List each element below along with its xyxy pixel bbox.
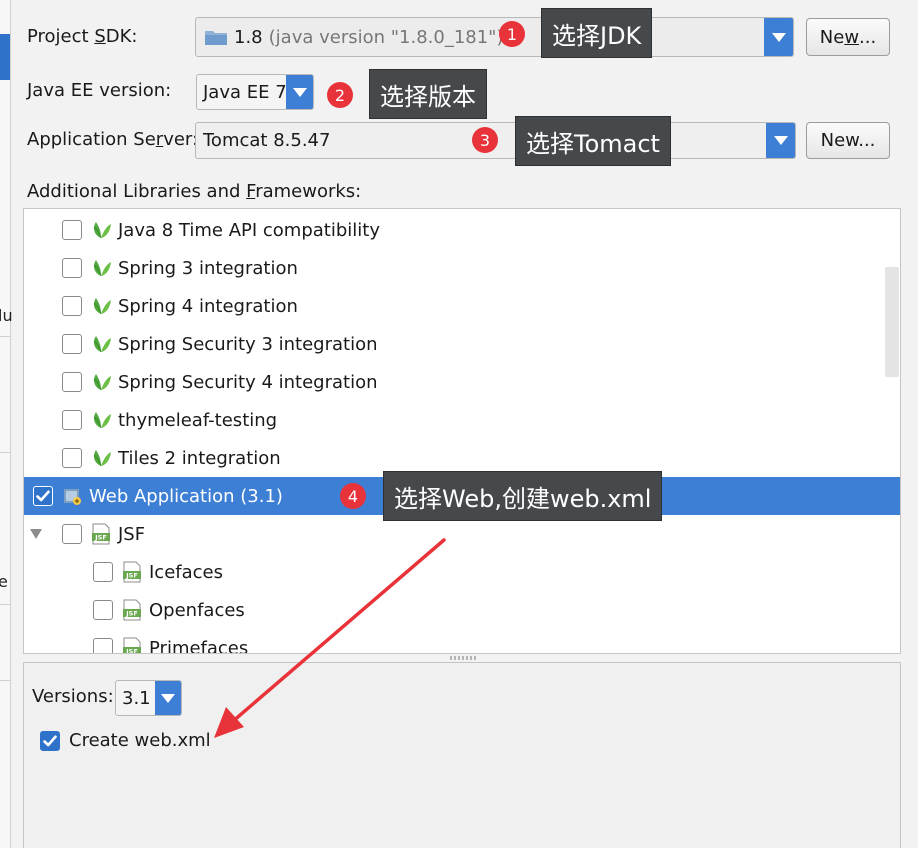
annotation-arrow bbox=[214, 538, 446, 738]
